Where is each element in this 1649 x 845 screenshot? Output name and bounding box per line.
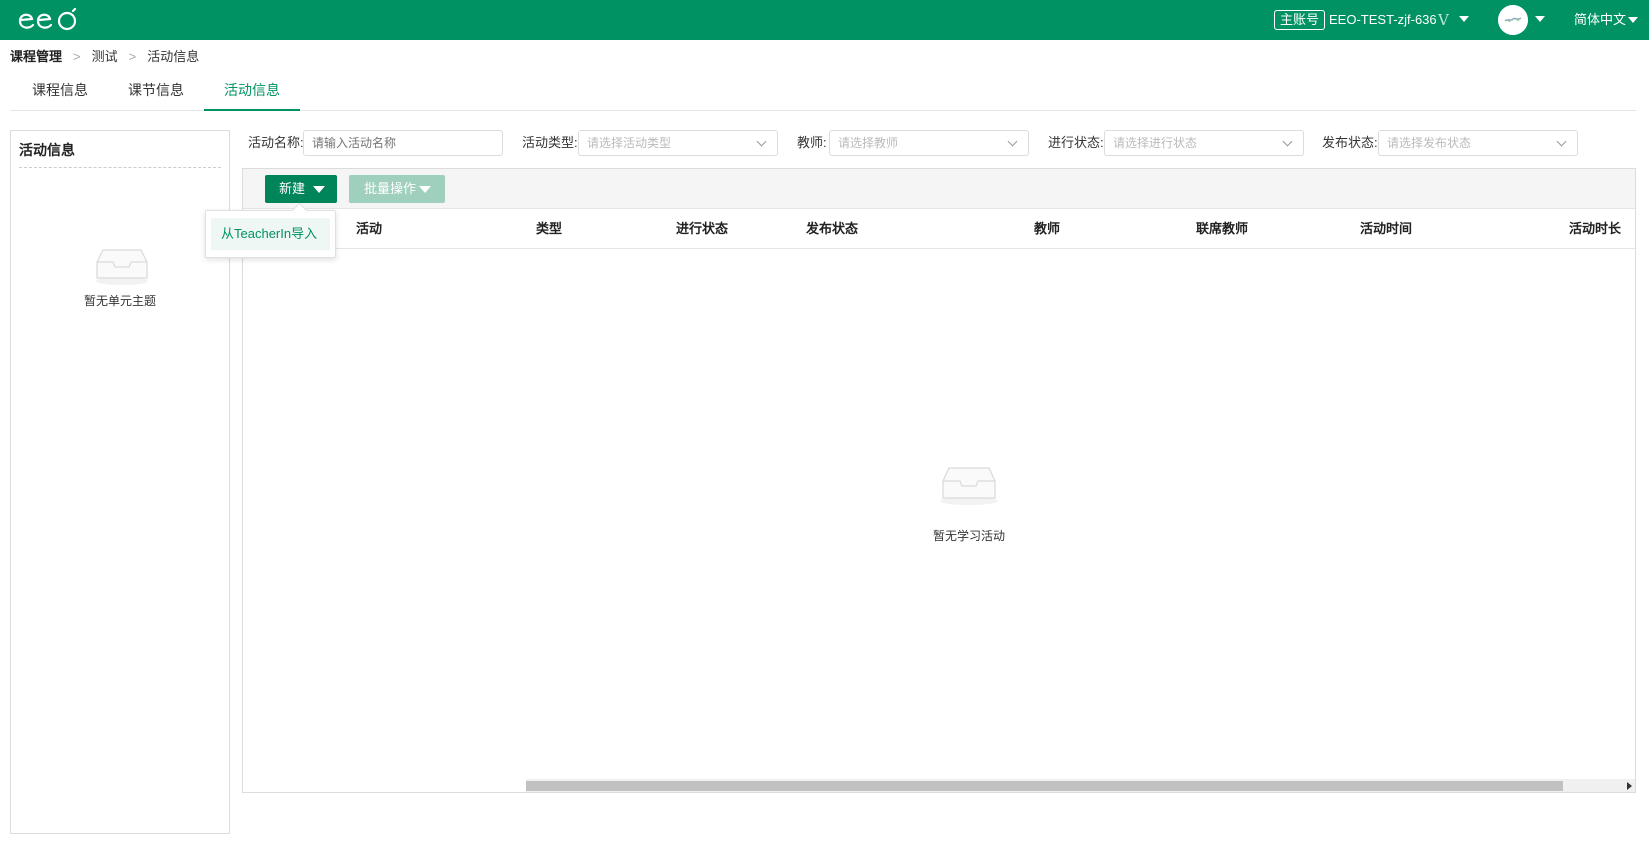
import-from-teacherin-item[interactable]: 从TeacherIn导入 [211,218,330,250]
account-name[interactable]: EEO-TEST-zjf-636 [1329,11,1437,29]
progress-status-placeholder: 请选择进行状态 [1113,136,1198,150]
column-header-progress-status[interactable]: 进行状态 [676,209,728,248]
avatar-caret-icon[interactable] [1535,16,1545,22]
filter-label-activity-type: 活动类型: [522,135,578,150]
tab-bar: 课程信息 课节信息 活动信息 [10,72,1636,111]
filter-label-progress-status: 进行状态: [1048,135,1104,150]
vip-icon: V [1438,11,1449,29]
horizontal-scrollbar[interactable] [526,779,1635,792]
unit-topic-empty-text: 暂无单元主题 [83,294,156,308]
new-button-label: 新建 [279,181,306,196]
tab-course-info[interactable]: 课程信息 [10,72,110,111]
account-badge: 主账号 [1274,10,1326,30]
filter-label-publish-status: 发布状态: [1322,135,1378,150]
table-toolbar: 新建 批量操作 [243,169,1635,209]
progress-status-select[interactable]: 请选择进行状态 [1104,130,1304,156]
chevron-down-icon [756,136,767,147]
avatar-image [1498,5,1528,35]
teacher-placeholder: 请选择教师 [838,136,899,150]
breadcrumb-separator: > [128,49,137,64]
batch-operation-button[interactable]: 批量操作 [349,175,445,203]
teacher-select[interactable]: 请选择教师 [829,130,1029,156]
breadcrumb-item-current: 活动信息 [147,49,200,64]
chevron-down-icon [1007,136,1018,147]
breadcrumb-item-course-management[interactable]: 课程管理 [10,48,62,66]
chevron-down-icon [1556,136,1567,147]
activity-type-placeholder: 请选择活动类型 [587,136,672,150]
column-header-activity-time[interactable]: 活动时间 [1360,209,1412,248]
tab-lesson-info[interactable]: 课节信息 [106,72,206,111]
empty-inbox-icon [96,249,148,285]
breadcrumb-item-course[interactable]: 测试 [92,48,118,66]
tab-activity-info[interactable]: 活动信息 [204,72,300,111]
activity-type-select[interactable]: 请选择活动类型 [578,130,778,156]
publish-status-select[interactable]: 请选择发布状态 [1378,130,1578,156]
caret-down-icon [419,186,431,193]
publish-status-placeholder: 请选择发布状态 [1387,136,1472,150]
new-dropdown-menu: 从TeacherIn导入 [205,210,336,258]
top-bar: 主账号 EEO-TEST-zjf-636 V 简体中文 [0,0,1649,40]
activity-name-input[interactable] [303,130,503,156]
unit-topic-panel: 活动信息 暂无单元主题 [10,130,230,834]
activity-table-container: 新建 批量操作 活动 类型 进行状态 发布状态 教师 联席教师 活动时间 活动时… [242,168,1636,793]
column-header-publish-status[interactable]: 发布状态 [806,209,858,248]
eeo-logo[interactable] [17,8,79,32]
scrollbar-thumb[interactable] [526,781,1563,791]
column-header-teacher[interactable]: 教师 [1034,209,1060,248]
table-header: 活动 类型 进行状态 发布状态 教师 联席教师 活动时间 活动时长 [243,209,1635,249]
column-header-co-teacher[interactable]: 联席教师 [1196,209,1248,248]
activity-empty-text: 暂无学习活动 [932,529,1005,543]
panel-title: 活动信息 [19,140,221,168]
empty-inbox-icon [940,467,998,505]
batch-operation-label: 批量操作 [364,181,417,196]
breadcrumb: 课程管理 > 测试 > 活动信息 [10,48,199,66]
new-button[interactable]: 新建 [265,175,337,203]
scroll-right-arrow-icon[interactable] [1627,782,1632,790]
column-header-activity[interactable]: 活动 [356,209,382,248]
column-header-activity-duration[interactable]: 活动时长 [1569,209,1621,248]
breadcrumb-separator: > [73,49,81,64]
language-caret-icon[interactable] [1628,17,1638,23]
chevron-down-icon [1282,136,1293,147]
filter-label-teacher: 教师: [797,135,827,150]
filter-label-activity-name: 活动名称: [248,135,304,150]
column-header-type[interactable]: 类型 [536,209,562,248]
avatar[interactable] [1498,5,1528,35]
account-caret-icon[interactable] [1459,16,1469,22]
caret-down-icon [313,186,325,193]
language-selector[interactable]: 简体中文 [1574,11,1626,29]
